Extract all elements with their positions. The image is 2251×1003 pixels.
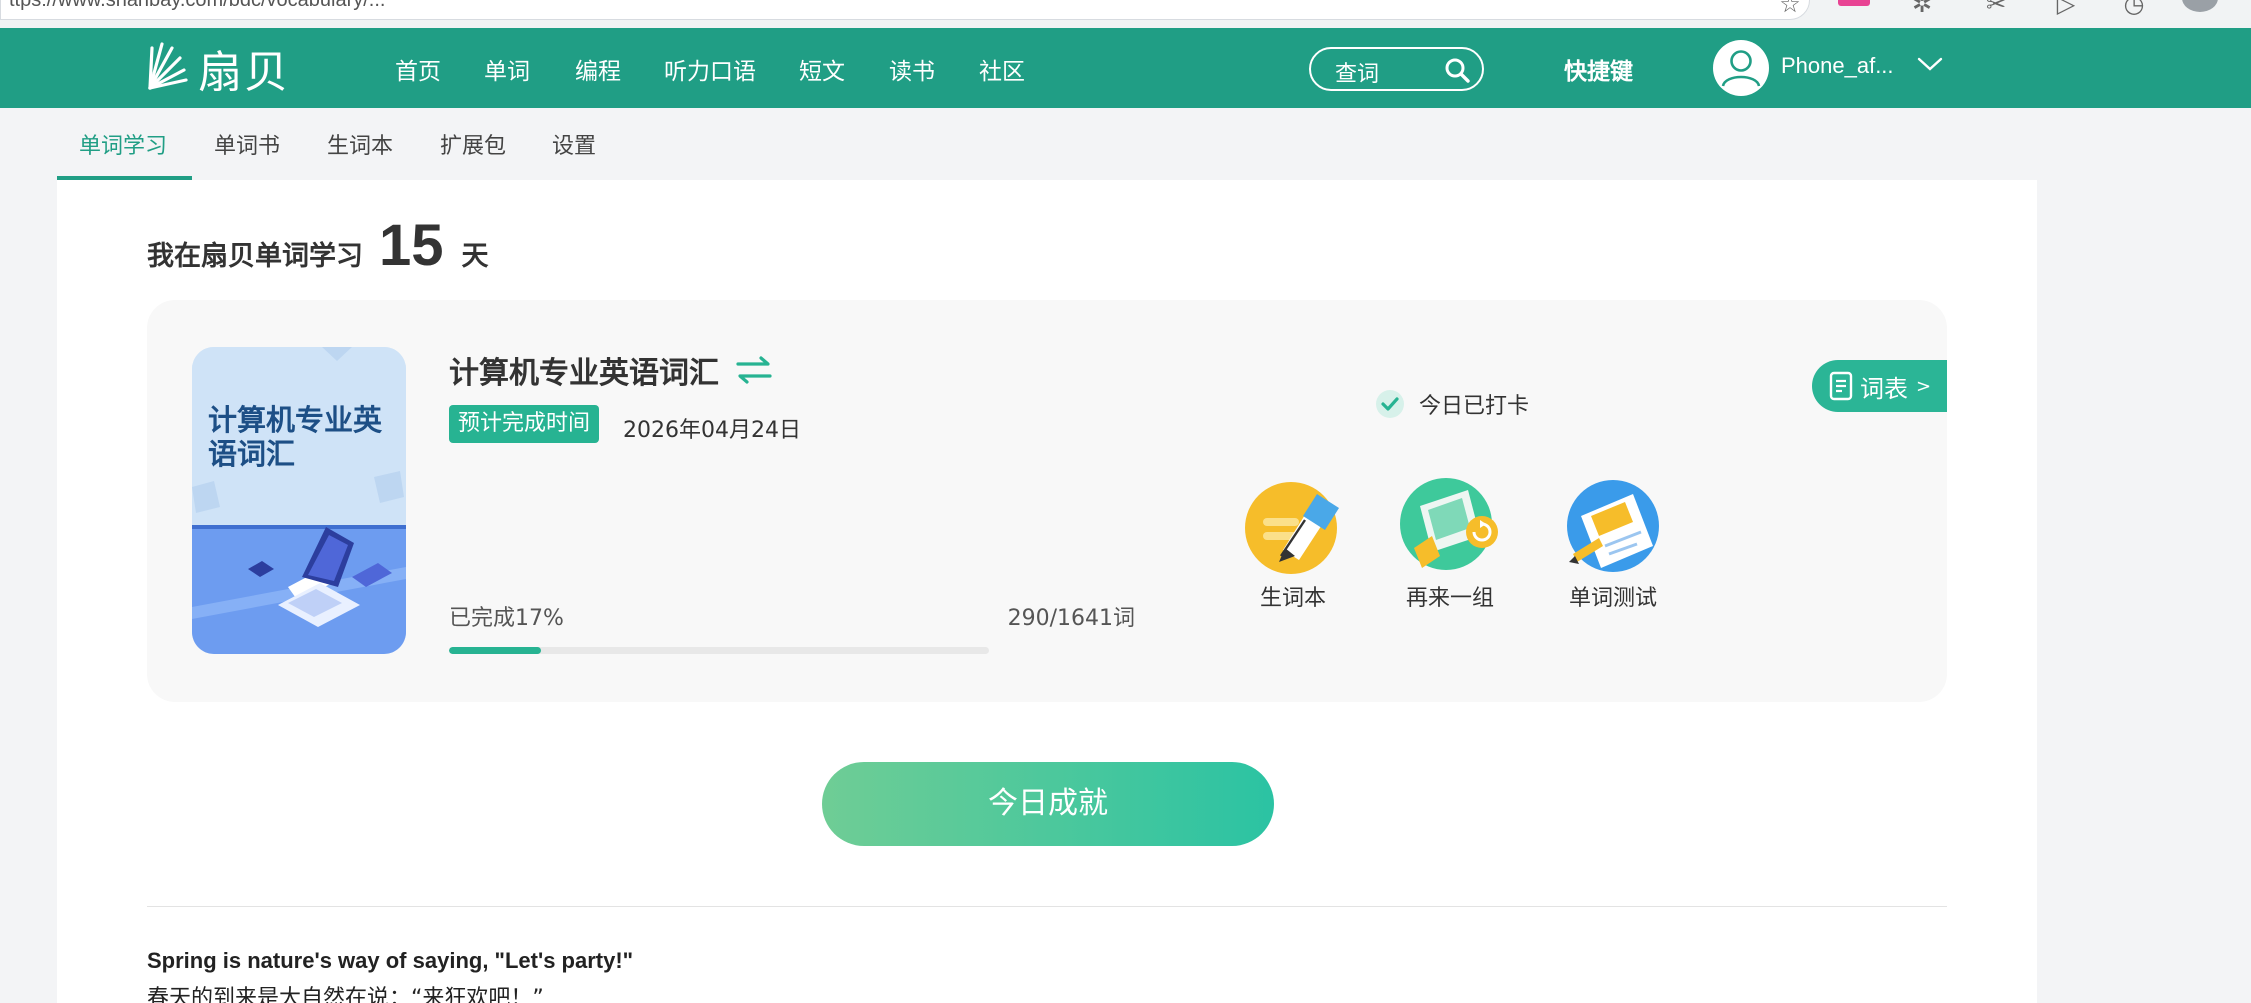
browser-chrome: ttps://www.shanbay.com/bdc/vocabulary/..… — [0, 0, 2251, 28]
history-icon[interactable]: ◷ — [2120, 0, 2148, 18]
study-streak: 我在扇贝单词学习 15 天 — [147, 212, 489, 279]
address-bar[interactable]: ttps://www.shanbay.com/bdc/vocabulary/..… — [0, 0, 1810, 20]
switch-book-icon[interactable] — [735, 354, 773, 386]
user-silhouette-icon — [1721, 50, 1761, 87]
nav-community[interactable]: 社区 — [979, 52, 1025, 86]
notebook-pen-icon — [1245, 482, 1339, 574]
bookmark-star-icon[interactable]: ☆ — [1776, 0, 1804, 18]
eta-tag: 预计完成时间 — [449, 405, 600, 443]
chevron-right-icon: > — [1916, 375, 1932, 397]
repeat-set-icon — [1400, 478, 1498, 570]
streak-prefix: 我在扇贝单词学习 — [147, 241, 363, 272]
tab-expansion-packs[interactable]: 扩展包 — [440, 128, 506, 160]
main-panel: 我在扇贝单词学习 15 天 计算机专业英语词汇 计算机专业英语词汇 预计完成时间… — [57, 180, 2037, 1003]
check-circle-icon — [1376, 390, 1404, 418]
media-icon[interactable]: ▷ — [2052, 0, 2080, 18]
user-avatar[interactable] — [1713, 40, 1769, 96]
action-another-set[interactable]: 再来一组 — [1380, 476, 1520, 612]
tab-vocabulary-notebook[interactable]: 生词本 — [327, 128, 393, 160]
nav-short-articles[interactable]: 短文 — [799, 52, 845, 86]
nav-listening-speaking[interactable]: 听力口语 — [664, 52, 756, 86]
nav-reading[interactable]: 读书 — [889, 52, 935, 86]
word-list-label: 词表 — [1860, 374, 1908, 403]
word-test-icon — [1567, 480, 1659, 572]
book-cover[interactable]: 计算机专业英语词汇 — [192, 347, 406, 654]
document-list-icon — [1829, 371, 1853, 401]
chevron-down-icon[interactable] — [1916, 54, 1944, 74]
book-cover-title: 计算机专业英语词汇 — [208, 403, 383, 471]
action-word-test[interactable]: 单词测试 — [1543, 476, 1683, 612]
book-cover-art — [192, 347, 406, 654]
tab-word-books[interactable]: 单词书 — [214, 128, 280, 160]
logo-text: 扇贝 — [198, 47, 290, 98]
shell-logo-icon — [148, 42, 188, 90]
sub-navigation: 单词学习 单词书 生词本 扩展包 设置 — [0, 108, 2251, 180]
shortcut-keys-link[interactable]: 快捷键 — [1564, 52, 1633, 86]
action-notebook-label: 生词本 — [1259, 586, 1326, 611]
action-another-set-label: 再来一组 — [1405, 586, 1494, 611]
progress-bar-fill — [449, 647, 541, 654]
section-divider — [147, 906, 1947, 907]
username[interactable]: Phone_af... — [1781, 53, 1894, 79]
streak-suffix: 天 — [461, 241, 489, 272]
search-icon[interactable] — [1444, 57, 1470, 83]
word-list-button[interactable]: 词表 > — [1812, 360, 1947, 412]
browser-profile-avatar[interactable] — [2182, 0, 2218, 12]
checkin-text: 今日已打卡 — [1419, 394, 1530, 419]
nav-home[interactable]: 首页 — [395, 52, 441, 86]
top-navigation: 扇贝 首页 单词 编程 听力口语 短文 读书 社区 查词 快捷键 Phone_a… — [0, 28, 2251, 108]
nav-programming[interactable]: 编程 — [575, 52, 621, 86]
eta-date: 2026年04月24日 — [623, 418, 801, 443]
book-title-row: 计算机专业英语词汇 — [449, 348, 773, 392]
streak-days: 15 — [379, 213, 444, 278]
checkin-status: 今日已打卡 — [1375, 388, 1529, 420]
tab-word-study[interactable]: 单词学习 — [79, 128, 167, 160]
book-title: 计算机专业英语词汇 — [449, 356, 719, 391]
progress-percent: 已完成17% — [449, 606, 564, 631]
action-notebook[interactable]: 生词本 — [1223, 476, 1363, 612]
address-bar-text: ttps://www.shanbay.com/bdc/vocabulary/..… — [9, 0, 386, 11]
tab-settings[interactable]: 设置 — [552, 128, 596, 160]
extensions-puzzle-icon[interactable]: ✲ — [1908, 0, 1936, 18]
daily-quote-chinese: 春天的到来是大自然在说：“来狂欢吧！” — [147, 986, 544, 1003]
scissors-icon[interactable]: ✂ — [1982, 0, 2010, 18]
shanbay-logo[interactable]: 扇贝 — [146, 38, 290, 98]
progress-word-count: 290/1641词 — [1007, 606, 1135, 631]
daily-quote-english: Spring is nature's way of saying, "Let's… — [147, 948, 634, 973]
today-achievement-button[interactable]: 今日成就 — [822, 762, 1274, 846]
action-word-test-label: 单词测试 — [1568, 586, 1657, 611]
search-placeholder: 查词 — [1335, 62, 1380, 87]
nav-words[interactable]: 单词 — [484, 52, 530, 86]
extension-icon[interactable] — [1838, 0, 1870, 6]
word-search-box[interactable]: 查词 — [1309, 47, 1484, 91]
current-book-card: 计算机专业英语词汇 计算机专业英语词汇 预计完成时间 2026年04月24日 已… — [147, 300, 1947, 702]
progress-bar — [449, 647, 989, 654]
